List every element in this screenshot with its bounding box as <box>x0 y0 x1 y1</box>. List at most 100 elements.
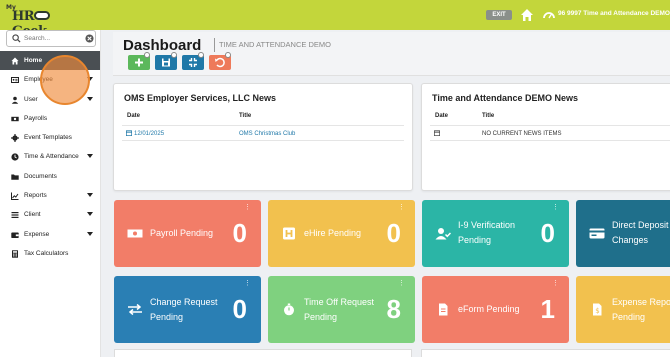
exit-button[interactable]: EXIT <box>486 10 512 20</box>
exit-label: EXIT <box>492 12 506 18</box>
more-icon[interactable]: ⋮ <box>244 280 251 287</box>
tile-time-off-request[interactable]: ⋮ Time Off Request Pending 8 <box>268 276 415 343</box>
click-indicator <box>40 55 90 105</box>
bottom-panel-right <box>421 349 670 357</box>
more-icon[interactable]: ⋮ <box>398 204 405 211</box>
col-title-header: Title <box>482 113 495 119</box>
col-title-header: Title <box>239 113 252 119</box>
save-button[interactable] <box>155 52 177 70</box>
search-input[interactable] <box>24 33 84 44</box>
add-badge <box>144 52 150 58</box>
tile-label: eForm Pending <box>458 304 520 314</box>
tile-count: 1 <box>540 294 555 324</box>
reset-badge <box>225 52 231 58</box>
tile-label-2: Changes <box>612 235 649 245</box>
tile-change-request[interactable]: ⋮ Change Request Pending 0 <box>114 276 261 343</box>
calendar-icon <box>126 130 132 136</box>
tile-label: I-9 Verification <box>458 220 516 230</box>
table-row: NO CURRENT NEWS ITEMS <box>430 125 670 141</box>
sidebar-item-label: Reports <box>24 192 47 200</box>
chevron-down-icon <box>87 231 93 236</box>
sidebar-item-label: Client <box>24 211 41 219</box>
top-bar: My HR Geek EXIT 96 9997 Time and Attenda… <box>0 0 670 39</box>
sidebar-item-event-templates[interactable]: Event Templates <box>0 128 100 147</box>
money-icon <box>11 116 19 122</box>
sidebar-item-documents[interactable]: Documents <box>0 167 100 186</box>
tile-i9-verification[interactable]: ⋮ I-9 Verification Pending 0 <box>422 200 569 267</box>
more-icon[interactable]: ⋮ <box>552 280 559 287</box>
more-icon[interactable]: ⋮ <box>552 204 559 211</box>
credit-card-icon <box>589 228 605 239</box>
tile-label-2: Pending <box>458 235 492 245</box>
table-row: 12/01/2025 OMS Christmas Club <box>122 125 404 141</box>
sidebar-item-label: Payrolls <box>24 114 48 122</box>
tile-expense-report[interactable]: $ Expense Report Pending <box>576 276 670 343</box>
user-check-icon <box>435 228 451 240</box>
reset-button[interactable] <box>209 52 231 70</box>
sidebar-item-payrolls[interactable]: Payrolls <box>0 109 100 128</box>
company-name[interactable]: 96 9997 Time and Attendance DEMO <box>558 10 670 17</box>
home-icon[interactable] <box>520 8 534 22</box>
save-badge <box>171 52 177 58</box>
chevron-down-icon <box>87 154 93 159</box>
svg-text:$: $ <box>595 307 599 315</box>
dashboard-header: Dashboard TIME AND ATTENDANCE DEMO <box>113 32 670 76</box>
more-icon[interactable]: ⋮ <box>398 280 405 287</box>
tile-label: Time Off Request <box>304 297 375 307</box>
news-title: Time and Attendance DEMO News <box>432 93 579 103</box>
tile-direct-deposit[interactable]: Direct Deposit Changes <box>576 200 670 267</box>
sidebar-item-label: User <box>24 95 38 103</box>
tile-count: 0 <box>232 294 247 324</box>
sidebar-item-tax-calculators[interactable]: Tax Calculators <box>0 244 100 263</box>
tile-label: Change Request <box>150 297 218 307</box>
clock-icon <box>11 153 19 162</box>
money-icon <box>127 229 143 238</box>
chart-icon <box>11 192 19 201</box>
compress-button[interactable] <box>182 52 204 70</box>
more-icon[interactable]: ⋮ <box>244 204 251 211</box>
receipt-icon: $ <box>593 303 602 316</box>
page-title: Dashboard <box>123 37 202 54</box>
sidebar-item-client[interactable]: Client <box>0 205 100 224</box>
tile-count: 0 <box>386 218 401 248</box>
tile-payroll-pending[interactable]: ⋮ Payroll Pending 0 <box>114 200 261 267</box>
tile-count: 0 <box>232 218 247 248</box>
news-title-link[interactable]: OMS Christmas Club <box>239 131 295 137</box>
news-title: OMS Employer Services, LLC News <box>124 93 277 103</box>
sidebar-item-label: Documents <box>24 172 57 180</box>
sidebar-item-reports[interactable]: Reports <box>0 186 100 205</box>
calculator-icon <box>12 250 18 258</box>
tile-label-2: Pending <box>304 312 338 322</box>
news-date-link[interactable]: 12/01/2025 <box>134 131 164 137</box>
tile-count: 8 <box>386 294 401 324</box>
user-icon <box>11 96 19 104</box>
clear-search-icon[interactable] <box>85 34 94 43</box>
sidebar-item-label: Expense <box>24 230 50 238</box>
file-icon <box>439 303 448 316</box>
calendar-icon <box>434 130 440 136</box>
tile-label: eHire Pending <box>304 228 362 238</box>
tile-ehire-pending[interactable]: ⋮ eHire Pending 0 <box>268 200 415 267</box>
sidebar-item-label: Event Templates <box>24 134 72 142</box>
tile-label: Expense Report <box>612 297 670 307</box>
add-button[interactable] <box>128 52 150 70</box>
logo-mask-icon <box>34 11 50 20</box>
tile-eform-pending[interactable]: ⋮ eForm Pending 1 <box>422 276 569 343</box>
gear-icon <box>11 134 19 143</box>
gauge-icon[interactable] <box>543 9 555 21</box>
page-subtitle: TIME AND ATTENDANCE DEMO <box>219 40 331 49</box>
sidebar-item-time-attendance[interactable]: Time & Attendance <box>0 147 100 166</box>
home-icon <box>11 57 19 65</box>
folder-icon <box>11 174 19 180</box>
sidebar-item-label: Home <box>24 57 43 64</box>
list-icon <box>11 212 19 219</box>
main-content: Dashboard TIME AND ATTENDANCE DEMO OMS E… <box>108 32 670 357</box>
sidebar-search <box>6 30 96 47</box>
no-news-text: NO CURRENT NEWS ITEMS <box>482 131 562 137</box>
col-date-header: Date <box>127 113 141 119</box>
app-logo[interactable]: My HR Geek <box>6 4 72 39</box>
tile-label-2: Pending <box>612 312 646 322</box>
sidebar-item-label: Tax Calculators <box>24 249 69 257</box>
chevron-down-icon <box>87 96 93 101</box>
sidebar-item-expense[interactable]: Expense <box>0 225 100 244</box>
